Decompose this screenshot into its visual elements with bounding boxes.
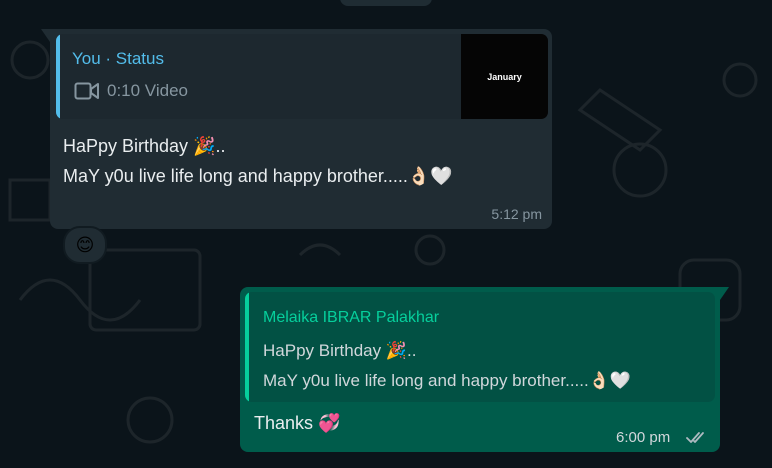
video-duration-label: 0:10 Video xyxy=(107,81,188,100)
message-line: MaY y0u live life long and happy brother… xyxy=(63,166,453,186)
quoted-line: HaPpy Birthday 🎉.. xyxy=(263,341,417,360)
incoming-message-bubble[interactable]: You · Status 0:10 Video January HaPpy Bi… xyxy=(41,29,552,229)
outgoing-timestamp: 6:00 pm xyxy=(616,429,671,446)
thumbnail-caption: January xyxy=(487,72,522,82)
incoming-message-text: HaPpy Birthday 🎉.. MaY y0u live life lon… xyxy=(63,131,453,191)
outgoing-bubble-tail xyxy=(720,287,729,300)
outgoing-message-bubble[interactable]: Melaika IBRAR Palakhar HaPpy Birthday 🎉.… xyxy=(240,287,729,452)
double-check-icon xyxy=(686,432,704,443)
quoted-message-reply[interactable]: Melaika IBRAR Palakhar HaPpy Birthday 🎉.… xyxy=(245,292,715,402)
quoted-line: MaY y0u live life long and happy brother… xyxy=(263,371,632,390)
video-camera-icon xyxy=(74,82,99,100)
quoted-author-name: Melaika IBRAR Palakhar xyxy=(263,309,440,326)
incoming-bubble-tail xyxy=(41,29,50,42)
quoted-message-text: HaPpy Birthday 🎉.. MaY y0u live life lon… xyxy=(263,336,631,396)
message-reaction[interactable]: 😊 xyxy=(63,226,107,264)
status-author-label: You · Status xyxy=(72,49,164,68)
quote-accent-bar xyxy=(245,292,249,402)
incoming-timestamp: 5:12 pm xyxy=(491,206,542,222)
quote-accent-bar xyxy=(56,34,60,119)
previous-message-stub xyxy=(340,0,432,6)
quoted-status-reply[interactable]: You · Status 0:10 Video January xyxy=(56,34,548,119)
status-thumbnail[interactable]: January xyxy=(461,34,548,119)
message-line: HaPpy Birthday 🎉.. xyxy=(63,136,226,156)
outgoing-message-text: Thanks 💞 xyxy=(254,413,341,433)
